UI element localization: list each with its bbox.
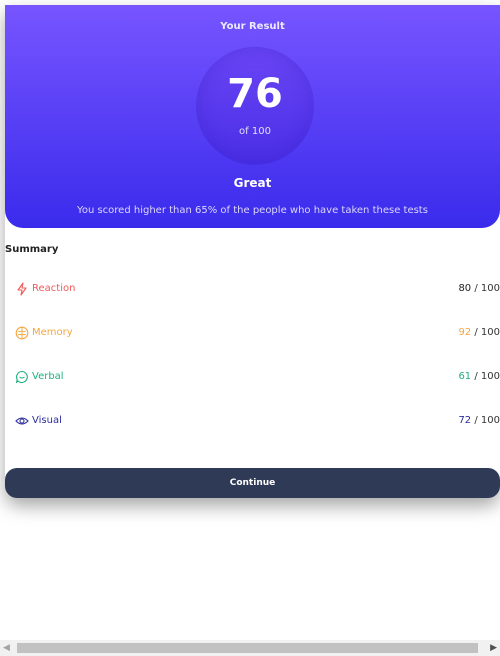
brain-icon bbox=[15, 326, 29, 340]
scroll-right-icon[interactable]: ▶ bbox=[490, 643, 497, 653]
score-max: of 100 bbox=[239, 126, 271, 137]
summary-score: 72 / 100 bbox=[458, 415, 500, 426]
eye-icon bbox=[15, 417, 29, 425]
continue-button[interactable]: Continue bbox=[5, 468, 500, 498]
summary-score: 80 / 100 bbox=[458, 283, 500, 294]
scroll-left-icon[interactable]: ◀ bbox=[3, 643, 10, 653]
summary-title: Summary bbox=[5, 244, 59, 255]
horizontal-scrollbar[interactable]: ◀ ▶ bbox=[0, 640, 500, 656]
bolt-icon bbox=[17, 282, 27, 296]
summary-label: Memory bbox=[32, 327, 73, 338]
result-message: You scored higher than 65% of the people… bbox=[77, 205, 428, 216]
grade-label: Great bbox=[233, 176, 272, 190]
score-value: 76 bbox=[227, 71, 283, 117]
summary-row-memory: Memory 92 / 100 bbox=[15, 322, 500, 344]
results-card: Your Result 76 of 100 Great You scored h… bbox=[5, 5, 500, 498]
chat-bubble-icon bbox=[15, 370, 28, 384]
summary-row-visual: Visual 72 / 100 bbox=[15, 410, 500, 432]
summary-row-verbal: Verbal 61 / 100 bbox=[15, 366, 500, 388]
score-circle: 76 of 100 bbox=[197, 48, 313, 164]
result-title: Your Result bbox=[220, 21, 285, 32]
summary-score: 61 / 100 bbox=[458, 371, 500, 382]
summary-score: 92 / 100 bbox=[458, 327, 500, 338]
scrollbar-thumb[interactable] bbox=[17, 643, 478, 653]
result-panel: Your Result 76 of 100 Great You scored h… bbox=[5, 5, 500, 228]
summary-label: Reaction bbox=[32, 283, 76, 294]
summary-row-reaction: Reaction 80 / 100 bbox=[15, 278, 500, 300]
summary-label: Visual bbox=[32, 415, 62, 426]
summary-label: Verbal bbox=[32, 371, 64, 382]
